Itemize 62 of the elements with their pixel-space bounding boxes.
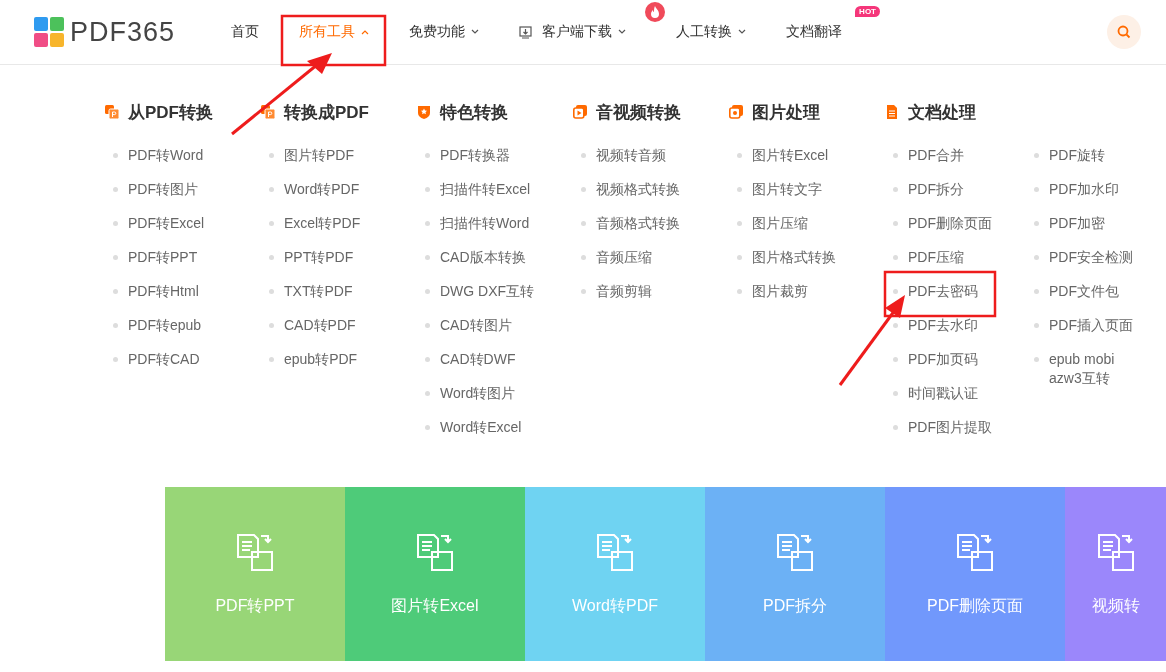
tool-link[interactable]: Word转图片: [440, 384, 516, 403]
tool-link[interactable]: PDF图片提取: [908, 418, 992, 437]
tool-link[interactable]: CAD转PDF: [284, 316, 356, 335]
tool-link[interactable]: epub mobi azw3互转: [1049, 350, 1145, 388]
tool-link[interactable]: epub转PDF: [284, 350, 358, 369]
tool-link[interactable]: PDF转Word: [128, 146, 204, 165]
tool-link[interactable]: 图片格式转换: [752, 248, 836, 267]
tool-link[interactable]: 视频转音频: [596, 146, 666, 165]
tool-link[interactable]: CAD转DWF: [440, 350, 516, 369]
tool-link[interactable]: PDF文件包: [1049, 282, 1119, 301]
nav-tab[interactable]: 文档翻译: [786, 18, 842, 46]
category-title: 转换成PDF: [284, 101, 369, 124]
tool-link[interactable]: 音频剪辑: [596, 282, 652, 301]
tool-link[interactable]: CAD转图片: [440, 316, 512, 335]
tool-link[interactable]: PPT转PDF: [284, 248, 354, 267]
category-title: 图片处理: [752, 101, 820, 124]
nav-tab[interactable]: 客户端下载: [519, 18, 626, 46]
tool-link[interactable]: PDF去密码: [908, 282, 978, 301]
tool-link[interactable]: Word转Excel: [440, 418, 522, 437]
tool-link[interactable]: 时间戳认证: [908, 384, 978, 403]
tool-link[interactable]: PDF加页码: [908, 350, 978, 369]
tool-link[interactable]: PDF插入页面: [1049, 316, 1133, 335]
tool-link[interactable]: PDF去水印: [908, 316, 978, 335]
tool-link[interactable]: PDF转图片: [128, 180, 198, 199]
tool-link[interactable]: CAD版本转换: [440, 248, 526, 267]
category-title: 音视频转换: [596, 101, 681, 124]
tool-link[interactable]: 图片转文字: [752, 180, 822, 199]
tool-link[interactable]: PDF转Excel: [128, 214, 205, 233]
tool-link[interactable]: PDF旋转: [1049, 146, 1105, 165]
tool-link[interactable]: PDF删除页面: [908, 214, 992, 233]
tool-link[interactable]: 图片裁剪: [752, 282, 808, 301]
tool-link[interactable]: 图片转Excel: [752, 146, 829, 165]
tool-link[interactable]: 视频格式转换: [596, 180, 680, 199]
category-title: 从PDF转换: [128, 101, 213, 124]
tool-link[interactable]: Word转PDF: [284, 180, 360, 199]
nav-tab[interactable]: 免费功能: [409, 18, 479, 46]
tool-link[interactable]: PDF转epub: [128, 316, 202, 335]
tool-link[interactable]: PDF拆分: [908, 180, 964, 199]
tool-link[interactable]: PDF转PPT: [128, 248, 198, 267]
tool-link[interactable]: PDF转Html: [128, 282, 199, 301]
logo-text: PDF365: [70, 16, 176, 48]
tool-link[interactable]: PDF合并: [908, 146, 964, 165]
tool-link[interactable]: TXT转PDF: [284, 282, 353, 301]
tool-link[interactable]: Excel转PDF: [284, 214, 361, 233]
hot-badge: HOT: [855, 6, 880, 17]
nav-tab[interactable]: 人工转换: [676, 18, 746, 46]
tool-link[interactable]: 音频压缩: [596, 248, 652, 267]
tool-link[interactable]: 图片压缩: [752, 214, 808, 233]
tool-link[interactable]: PDF安全检测: [1049, 248, 1133, 267]
tool-link[interactable]: 音频格式转换: [596, 214, 680, 233]
nav-tab[interactable]: 首页: [231, 18, 259, 46]
tool-link[interactable]: 扫描件转Excel: [440, 180, 531, 199]
tool-link[interactable]: PDF压缩: [908, 248, 964, 267]
tool-link[interactable]: PDF转换器: [440, 146, 510, 165]
tool-link[interactable]: PDF转CAD: [128, 350, 200, 369]
category-title: 文档处理: [908, 101, 976, 124]
category-title: 特色转换: [440, 101, 508, 124]
tool-link[interactable]: 图片转PDF: [284, 146, 354, 165]
tool-link[interactable]: DWG DXF互转: [440, 282, 535, 301]
tool-link[interactable]: PDF加水印: [1049, 180, 1119, 199]
tool-link[interactable]: PDF加密: [1049, 214, 1105, 233]
tool-link[interactable]: 扫描件转Word: [440, 214, 530, 233]
